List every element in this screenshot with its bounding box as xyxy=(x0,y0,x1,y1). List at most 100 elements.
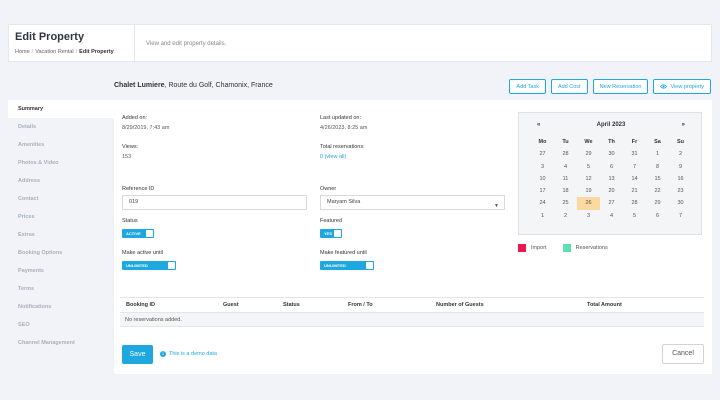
sidebar-item-terms[interactable]: Terms xyxy=(8,280,114,298)
views-value: 153 xyxy=(122,154,132,160)
calendar-day[interactable]: 23 xyxy=(669,185,692,197)
calendar-day[interactable]: 3 xyxy=(531,161,554,173)
calendar-day[interactable]: 1 xyxy=(646,148,669,160)
add-task-button[interactable]: Add Task xyxy=(509,79,546,94)
active-until-toggle-text: UNLIMITED xyxy=(126,263,148,268)
sidebar-item-photos-video[interactable]: Photos & Video xyxy=(8,154,114,172)
toggle-knob xyxy=(146,230,153,237)
sidebar-item-extras[interactable]: Extras xyxy=(8,226,114,244)
calendar-day[interactable]: 28 xyxy=(623,197,646,209)
calendar-day[interactable]: 4 xyxy=(600,210,623,222)
col-guest: Guest xyxy=(223,302,239,308)
calendar-day[interactable]: 7 xyxy=(669,210,692,222)
featured-until-toggle[interactable]: UNLIMITED xyxy=(320,261,374,270)
calendar-day[interactable]: 21 xyxy=(623,185,646,197)
calendar-day[interactable]: 17 xyxy=(531,185,554,197)
sidebar-item-channel-management[interactable]: Channel Management xyxy=(8,334,114,352)
breadcrumb-vacation-rental[interactable]: Vacation Rental xyxy=(35,49,73,55)
sidebar-item-address[interactable]: Address xyxy=(8,172,114,190)
sidebar-item-prices[interactable]: Prices xyxy=(8,208,114,226)
sidebar-item-payments[interactable]: Payments xyxy=(8,262,114,280)
calendar-day[interactable]: 10 xyxy=(531,173,554,185)
featured-until-label: Make featured until xyxy=(320,250,367,256)
sidebar-item-contact[interactable]: Contact xyxy=(8,190,114,208)
calendar-day[interactable]: 24 xyxy=(531,197,554,209)
calendar-day[interactable]: 27 xyxy=(531,148,554,160)
calendar-day[interactable]: 7 xyxy=(623,161,646,173)
toggle-knob xyxy=(366,262,373,269)
calendar-month: April 2023 xyxy=(596,122,626,128)
featured-toggle[interactable]: YES xyxy=(320,229,342,238)
save-button[interactable]: Save xyxy=(122,345,153,364)
calendar-legend: Import Reservations xyxy=(518,244,608,252)
calendar-day[interactable]: 12 xyxy=(577,173,600,185)
add-cost-button[interactable]: Add Cost xyxy=(550,79,588,94)
calendar-day[interactable]: 29 xyxy=(646,197,669,209)
added-on-label: Added on: xyxy=(122,115,148,121)
active-until-toggle[interactable]: UNLIMITED xyxy=(122,261,176,270)
table-header: Booking ID Guest Status From / To Number… xyxy=(120,297,704,313)
view-property-button[interactable]: View property xyxy=(653,79,711,94)
calendar-day[interactable]: 15 xyxy=(646,173,669,185)
new-reservation-button[interactable]: New Reservation xyxy=(592,79,649,94)
calendar-day[interactable]: 5 xyxy=(623,210,646,222)
calendar-day[interactable]: 27 xyxy=(600,197,623,209)
calendar-day[interactable]: 28 xyxy=(554,148,577,160)
added-on-value: 8/29/2019, 7:43 am xyxy=(122,125,170,131)
view-all-reservations-link[interactable]: 0 (view all) xyxy=(320,154,346,160)
cancel-button[interactable]: Cancel xyxy=(662,344,704,364)
calendar-day[interactable]: 20 xyxy=(600,185,623,197)
owner-selected-value: Maryam Silva xyxy=(327,199,361,205)
calendar-day[interactable]: 2 xyxy=(554,210,577,222)
sidebar-item-summary[interactable]: Summary xyxy=(8,100,114,118)
weekday-header: We xyxy=(584,139,593,145)
calendar-day[interactable]: 6 xyxy=(600,161,623,173)
calendar-day[interactable]: 3 xyxy=(577,210,600,222)
sidebar-item-notifications[interactable]: Notifications xyxy=(8,298,114,316)
calendar-day[interactable]: 5 xyxy=(577,161,600,173)
breadcrumb-separator: / xyxy=(75,49,78,55)
calendar-day[interactable]: 8 xyxy=(646,161,669,173)
featured-until-toggle-text: UNLIMITED xyxy=(324,263,346,268)
weekday-header: Su xyxy=(676,139,685,145)
calendar-day[interactable]: 6 xyxy=(646,210,669,222)
calendar-header: April 2023 « » xyxy=(519,122,703,130)
calendar-day[interactable]: 9 xyxy=(669,161,692,173)
calendar-day[interactable]: 1 xyxy=(531,210,554,222)
last-updated-label: Last updated on: xyxy=(320,115,361,121)
calendar-prev-button[interactable]: « xyxy=(537,122,540,128)
calendar-day[interactable]: 29 xyxy=(577,148,600,160)
views-label: Views: xyxy=(122,144,139,150)
reservations-table: Booking ID Guest Status From / To Number… xyxy=(120,297,704,327)
toggle-knob xyxy=(168,262,175,269)
calendar-day[interactable]: 16 xyxy=(669,173,692,185)
breadcrumb-home[interactable]: Home xyxy=(15,49,30,55)
calendar-day[interactable]: 2 xyxy=(669,148,692,160)
sidebar-item-booking-options[interactable]: Booking Options xyxy=(8,244,114,262)
calendar-day[interactable]: 26 xyxy=(577,197,600,210)
calendar-day[interactable]: 25 xyxy=(554,197,577,209)
demo-note: i This is a demo data xyxy=(160,351,217,357)
availability-calendar: April 2023 « » Mo Tu We Th Fr Sa Su 27 28 29 30 31 1… xyxy=(518,112,702,235)
calendar-day[interactable]: 30 xyxy=(669,197,692,209)
calendar-day[interactable]: 30 xyxy=(600,148,623,160)
sidebar-item-details[interactable]: Details xyxy=(8,118,114,136)
owner-select[interactable]: Maryam Silva ▼ xyxy=(320,195,505,210)
sidebar-item-seo[interactable]: SEO xyxy=(8,316,114,334)
status-toggle[interactable]: ACTIVE xyxy=(122,229,154,238)
calendar-next-button[interactable]: » xyxy=(682,122,685,128)
calendar-day[interactable]: 31 xyxy=(623,148,646,160)
calendar-day[interactable]: 19 xyxy=(577,185,600,197)
calendar-day[interactable]: 11 xyxy=(554,173,577,185)
breadcrumb-separator: / xyxy=(31,49,34,55)
calendar-day[interactable]: 22 xyxy=(646,185,669,197)
calendar-day[interactable]: 14 xyxy=(623,173,646,185)
reference-id-input[interactable]: 019 xyxy=(122,195,307,210)
calendar-day[interactable]: 13 xyxy=(600,173,623,185)
page-header: Edit Property Home / Vacation Rental / Edit … xyxy=(8,24,712,63)
property-address: , Route du Golf, Chamonix, France xyxy=(164,82,273,89)
weekday-header: Th xyxy=(608,139,615,145)
calendar-day[interactable]: 4 xyxy=(554,161,577,173)
calendar-day[interactable]: 18 xyxy=(554,185,577,197)
sidebar-item-amenities[interactable]: Amenities xyxy=(8,136,114,154)
